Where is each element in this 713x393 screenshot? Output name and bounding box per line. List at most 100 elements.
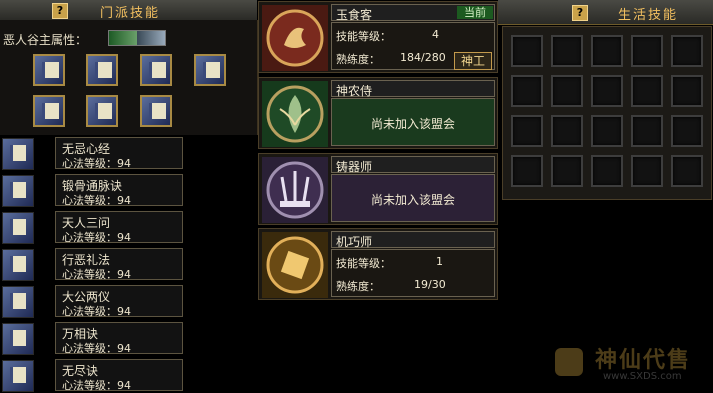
skill-level-value: 4 bbox=[432, 28, 439, 41]
proficiency-value: 19/30 bbox=[414, 278, 446, 291]
life-skill-slot[interactable] bbox=[591, 75, 623, 107]
skill-info: 无尽诀 心法等级：94 bbox=[55, 359, 183, 392]
skill-info: 大公两仪 心法等级：94 bbox=[55, 285, 183, 318]
smith-emblem-icon bbox=[262, 157, 328, 223]
profession-name: 玉食客 bbox=[336, 8, 373, 22]
skill-book-icon[interactable] bbox=[2, 138, 34, 170]
skill-book-icon[interactable] bbox=[2, 360, 34, 392]
skill-book-icon[interactable] bbox=[2, 175, 34, 207]
life-skill-slot[interactable] bbox=[511, 115, 543, 147]
life-skill-slot[interactable] bbox=[551, 115, 583, 147]
life-skill-slot[interactable] bbox=[631, 75, 663, 107]
proficiency-label: 熟练度： bbox=[336, 280, 380, 293]
skill-info: 行恶礼法 心法等级：94 bbox=[55, 248, 183, 281]
skill-level-label: 技能等级： bbox=[336, 257, 391, 270]
watermark-url: www.SXDS.com bbox=[603, 371, 682, 382]
life-skills-title: 生活技能 bbox=[618, 8, 679, 23]
profession-info: 技能等级： 4 熟练度： 184/280 神工 bbox=[331, 22, 495, 70]
sect-book-icon[interactable] bbox=[86, 95, 118, 127]
skill-book-icon[interactable] bbox=[2, 249, 34, 281]
life-skill-slot[interactable] bbox=[671, 155, 703, 187]
skill-info: 无忌心经 心法等级：94 bbox=[55, 137, 183, 170]
sect-skills-title: 门派技能 bbox=[100, 6, 161, 21]
chef-emblem-icon bbox=[262, 5, 328, 71]
profession-name: 神农侍 bbox=[336, 84, 373, 98]
skill-level: 心法等级：94 bbox=[62, 231, 131, 244]
sect-book-icon[interactable] bbox=[86, 54, 118, 86]
attribute-icons bbox=[108, 30, 166, 46]
sect-book-icon[interactable] bbox=[140, 95, 172, 127]
profession-card-smith[interactable]: 铸器师 尚未加入该盟会 bbox=[258, 153, 498, 225]
life-skills-title-bar: ? 生活技能 bbox=[498, 0, 713, 25]
skill-row[interactable]: 万相诀 心法等级：94 bbox=[0, 321, 190, 355]
life-skill-slot[interactable] bbox=[511, 35, 543, 67]
not-joined-text: 尚未加入该盟会 bbox=[370, 117, 455, 131]
proficiency-label: 熟练度： bbox=[336, 53, 380, 66]
skill-level: 心法等级：94 bbox=[62, 157, 131, 170]
proficiency-value: 184/280 bbox=[400, 51, 446, 64]
profession-name-bar: 铸器师 bbox=[331, 156, 495, 174]
skill-level: 心法等级：94 bbox=[62, 342, 131, 355]
life-skills-grid bbox=[502, 26, 712, 200]
life-skill-slot[interactable] bbox=[671, 35, 703, 67]
life-skill-slot[interactable] bbox=[511, 155, 543, 187]
mechanist-emblem-icon bbox=[262, 232, 328, 298]
herbalist-emblem-icon bbox=[262, 81, 328, 147]
skill-row[interactable]: 锻骨通脉诀 心法等级：94 bbox=[0, 173, 190, 207]
sect-attributes-panel: 恶人谷主属性： bbox=[0, 20, 259, 135]
sect-book-icon[interactable] bbox=[33, 54, 65, 86]
help-button[interactable]: ? bbox=[572, 5, 588, 21]
skill-book-icon[interactable] bbox=[2, 286, 34, 318]
life-skill-slot[interactable] bbox=[631, 35, 663, 67]
life-skill-slot[interactable] bbox=[591, 115, 623, 147]
help-button[interactable]: ? bbox=[52, 3, 68, 19]
watermark-text: 神仙代售 bbox=[595, 348, 692, 373]
sect-book-icon[interactable] bbox=[33, 95, 65, 127]
skill-row[interactable]: 行恶礼法 心法等级：94 bbox=[0, 247, 190, 281]
not-joined-text: 尚未加入该盟会 bbox=[370, 193, 455, 207]
skill-level: 心法等级：94 bbox=[62, 194, 131, 207]
profession-name-bar: 机巧师 bbox=[331, 231, 495, 249]
skill-level: 心法等级：94 bbox=[62, 268, 131, 281]
master-craft-button[interactable]: 神工 bbox=[454, 52, 492, 70]
profession-info: 尚未加入该盟会 bbox=[331, 98, 495, 146]
profession-name: 铸器师 bbox=[336, 160, 373, 174]
skill-level: 心法等级：94 bbox=[62, 305, 131, 318]
profession-name-bar: 神农侍 bbox=[331, 80, 495, 98]
life-skill-slot[interactable] bbox=[671, 115, 703, 147]
watermark: 神仙代售 www.SXDS.com bbox=[555, 340, 705, 390]
profession-card-herbalist[interactable]: 神农侍 尚未加入该盟会 bbox=[258, 77, 498, 149]
profession-card-chef[interactable]: 玉食客 当前 技能等级： 4 熟练度： 184/280 神工 bbox=[258, 1, 498, 73]
sect-book-icon[interactable] bbox=[140, 54, 172, 86]
life-skill-slot[interactable] bbox=[511, 75, 543, 107]
sect-book-icon[interactable] bbox=[194, 54, 226, 86]
skill-level-value: 1 bbox=[436, 255, 443, 268]
skill-row[interactable]: 天人三问 心法等级：94 bbox=[0, 210, 190, 244]
profession-info: 尚未加入该盟会 bbox=[331, 174, 495, 222]
skill-row[interactable]: 无尽诀 心法等级：94 bbox=[0, 358, 190, 392]
skill-info: 天人三问 心法等级：94 bbox=[55, 211, 183, 244]
skill-row[interactable]: 无忌心经 心法等级：94 bbox=[0, 136, 190, 170]
current-badge: 当前 bbox=[457, 6, 493, 19]
profession-card-mechanist[interactable]: 机巧师 技能等级： 1 熟练度： 19/30 bbox=[258, 228, 498, 300]
skill-row[interactable]: 大公两仪 心法等级：94 bbox=[0, 284, 190, 318]
life-skill-slot[interactable] bbox=[551, 75, 583, 107]
profession-name-bar: 玉食客 当前 bbox=[331, 4, 495, 22]
profession-name: 机巧师 bbox=[336, 235, 373, 249]
skill-info: 万相诀 心法等级：94 bbox=[55, 322, 183, 355]
life-skill-slot[interactable] bbox=[591, 155, 623, 187]
life-skill-slot[interactable] bbox=[551, 35, 583, 67]
mascot-logo-icon bbox=[555, 348, 583, 376]
skill-level-label: 技能等级： bbox=[336, 30, 391, 43]
sect-skills-title-bar: ? 门派技能 bbox=[0, 0, 257, 21]
life-skill-slot[interactable] bbox=[631, 115, 663, 147]
main-attribute-label: 恶人谷主属性： bbox=[3, 33, 88, 47]
skill-book-icon[interactable] bbox=[2, 323, 34, 355]
life-skill-slot[interactable] bbox=[631, 155, 663, 187]
skill-book-icon[interactable] bbox=[2, 212, 34, 244]
life-skill-slot[interactable] bbox=[591, 35, 623, 67]
life-skill-slot[interactable] bbox=[671, 75, 703, 107]
skill-info: 锻骨通脉诀 心法等级：94 bbox=[55, 174, 183, 207]
profession-info: 技能等级： 1 熟练度： 19/30 bbox=[331, 249, 495, 297]
life-skill-slot[interactable] bbox=[551, 155, 583, 187]
